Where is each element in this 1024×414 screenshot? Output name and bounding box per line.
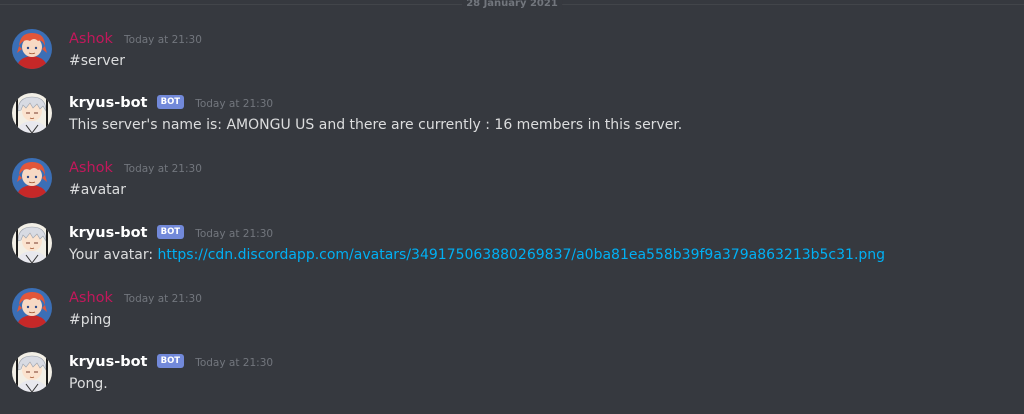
avatar-url-link[interactable]: https://cdn.discordapp.com/avatars/34917… [158,247,886,263]
author-name[interactable]: Ashok [69,288,113,308]
message-item[interactable]: Ashok Today at 21:30 #avatar [0,157,1024,213]
bot-tag-badge: BOT [156,224,185,239]
message-header: Ashok Today at 21:30 [69,28,202,48]
date-divider: 28 January 2021 [0,0,1024,10]
message-content: Pong. [69,376,108,392]
message-header: kryus-bot BOT Today at 21:30 [69,351,273,371]
author-name[interactable]: kryus-bot [69,223,148,243]
silver-haired-anime-avatar-icon[interactable] [12,93,52,133]
bot-tag-badge: BOT [156,353,185,368]
red-haired-anime-avatar-icon[interactable] [12,158,52,198]
message-timestamp[interactable]: Today at 21:30 [124,159,202,179]
message-timestamp[interactable]: Today at 21:30 [124,289,202,309]
author-name[interactable]: kryus-bot [69,352,148,372]
message-timestamp[interactable]: Today at 21:30 [195,353,273,373]
message-item[interactable]: kryus-bot BOT Today at 21:30 This server… [0,92,1024,148]
date-divider-label: 28 January 2021 [462,0,562,10]
message-timestamp[interactable]: Today at 21:30 [195,94,273,114]
message-content: #avatar [69,182,126,198]
message-content: #server [69,53,126,69]
message-content: This server's name is: AMONGU US and the… [69,117,683,133]
author-name[interactable]: Ashok [69,29,113,49]
chat-messages-area: 28 January 2021 Ashok Today at 21:30 #se… [0,0,1024,414]
message-item[interactable]: kryus-bot BOT Today at 21:30 Pong. [0,351,1024,407]
message-header: kryus-bot BOT Today at 21:30 [69,92,273,112]
message-content: Your avatar: https://cdn.discordapp.com/… [69,245,885,265]
bot-tag-badge: BOT [156,94,185,109]
silver-haired-anime-avatar-icon[interactable] [12,223,52,263]
author-name[interactable]: kryus-bot [69,93,148,113]
message-item[interactable]: Ashok Today at 21:30 #server [0,28,1024,84]
message-item[interactable]: kryus-bot BOT Today at 21:30 Your avatar… [0,222,1024,278]
author-name[interactable]: Ashok [69,158,113,178]
message-timestamp[interactable]: Today at 21:30 [195,224,273,244]
message-item[interactable]: Ashok Today at 21:30 #ping [0,287,1024,343]
message-header: Ashok Today at 21:30 [69,287,202,307]
message-header: kryus-bot BOT Today at 21:30 [69,222,273,242]
red-haired-anime-avatar-icon[interactable] [12,29,52,69]
message-timestamp[interactable]: Today at 21:30 [124,30,202,50]
red-haired-anime-avatar-icon[interactable] [12,288,52,328]
message-content: #ping [69,312,112,328]
message-text-prefix: Your avatar: [69,247,158,263]
message-header: Ashok Today at 21:30 [69,157,202,177]
silver-haired-anime-avatar-icon[interactable] [12,352,52,392]
